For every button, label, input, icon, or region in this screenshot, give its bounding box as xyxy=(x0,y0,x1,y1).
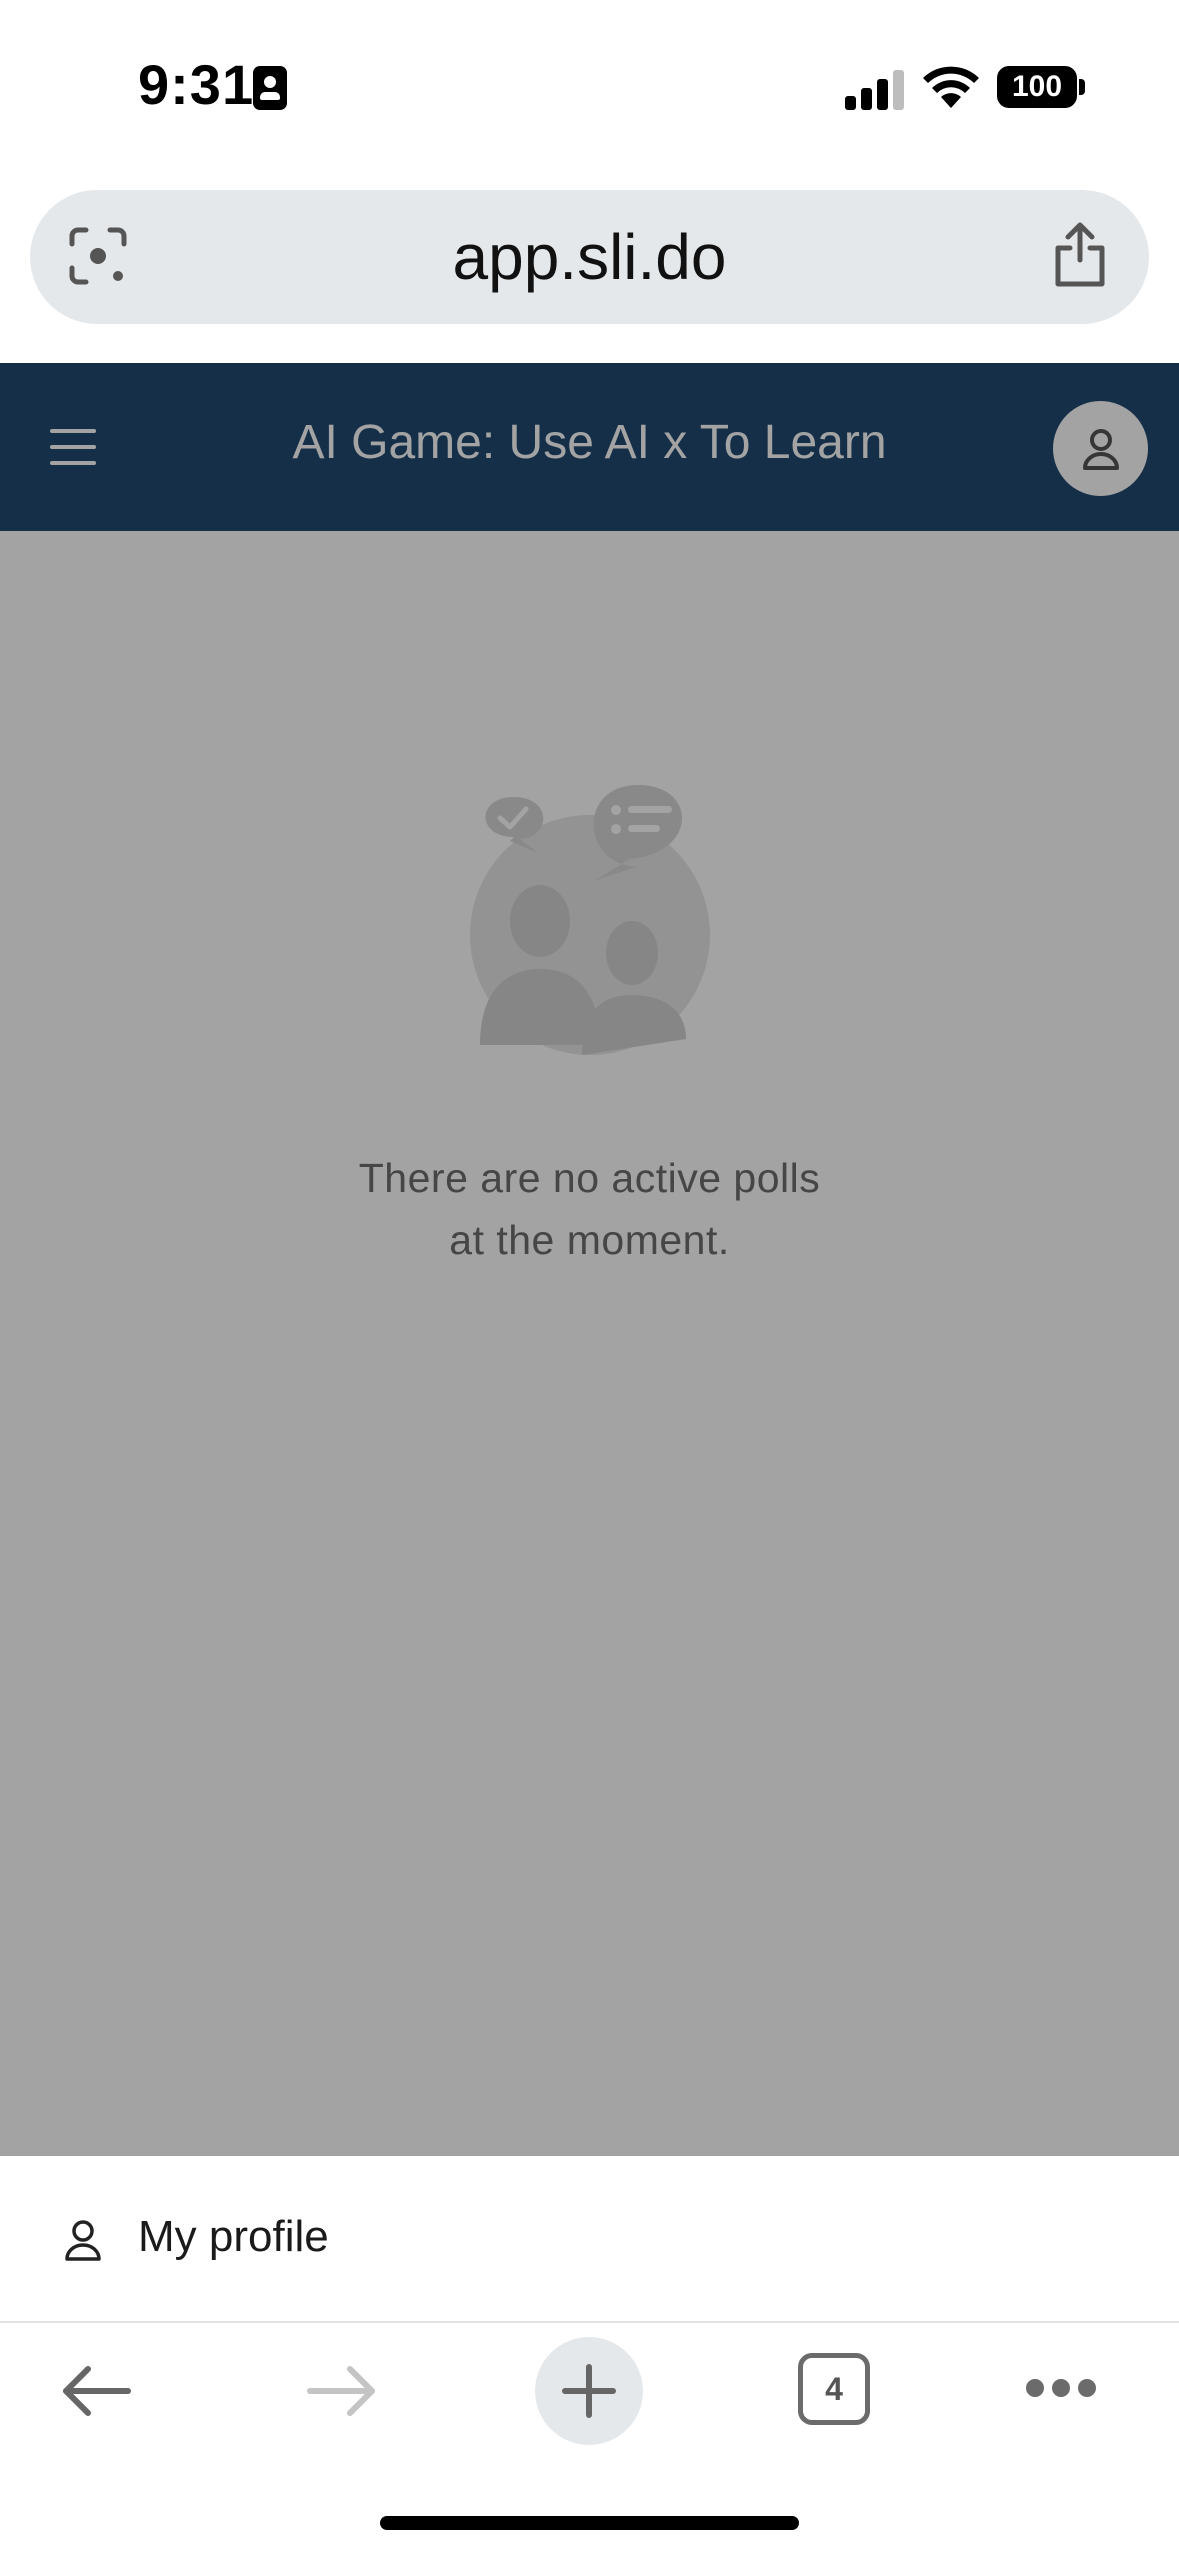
battery-cap xyxy=(1079,79,1085,95)
home-indicator xyxy=(380,2516,799,2530)
url-text[interactable]: app.sli.do xyxy=(30,220,1149,294)
modal-backdrop[interactable] xyxy=(0,363,1179,2156)
address-bar[interactable]: app.sli.do xyxy=(30,190,1149,324)
more-icon[interactable] xyxy=(1024,2377,1096,2401)
plus-icon xyxy=(562,2364,616,2418)
status-bar: 9:31 100 xyxy=(0,0,1179,175)
menu-item-label: My profile xyxy=(138,2212,329,2261)
cellular-signal-icon xyxy=(845,66,905,110)
wifi-icon xyxy=(923,66,979,108)
id-card-icon xyxy=(253,66,287,110)
back-arrow-icon[interactable] xyxy=(58,2363,134,2419)
tabs-icon[interactable]: 4 xyxy=(798,2353,870,2425)
new-tab-button[interactable] xyxy=(535,2337,643,2445)
battery-icon: 100 xyxy=(997,66,1077,108)
menu-sheet: My profile xyxy=(0,2156,1179,2322)
status-time: 9:31 xyxy=(138,53,255,116)
share-icon[interactable] xyxy=(1050,220,1110,290)
forward-arrow-icon[interactable] xyxy=(304,2363,380,2419)
menu-item-my-profile[interactable]: My profile xyxy=(0,2156,1179,2322)
person-icon xyxy=(65,2220,101,2261)
